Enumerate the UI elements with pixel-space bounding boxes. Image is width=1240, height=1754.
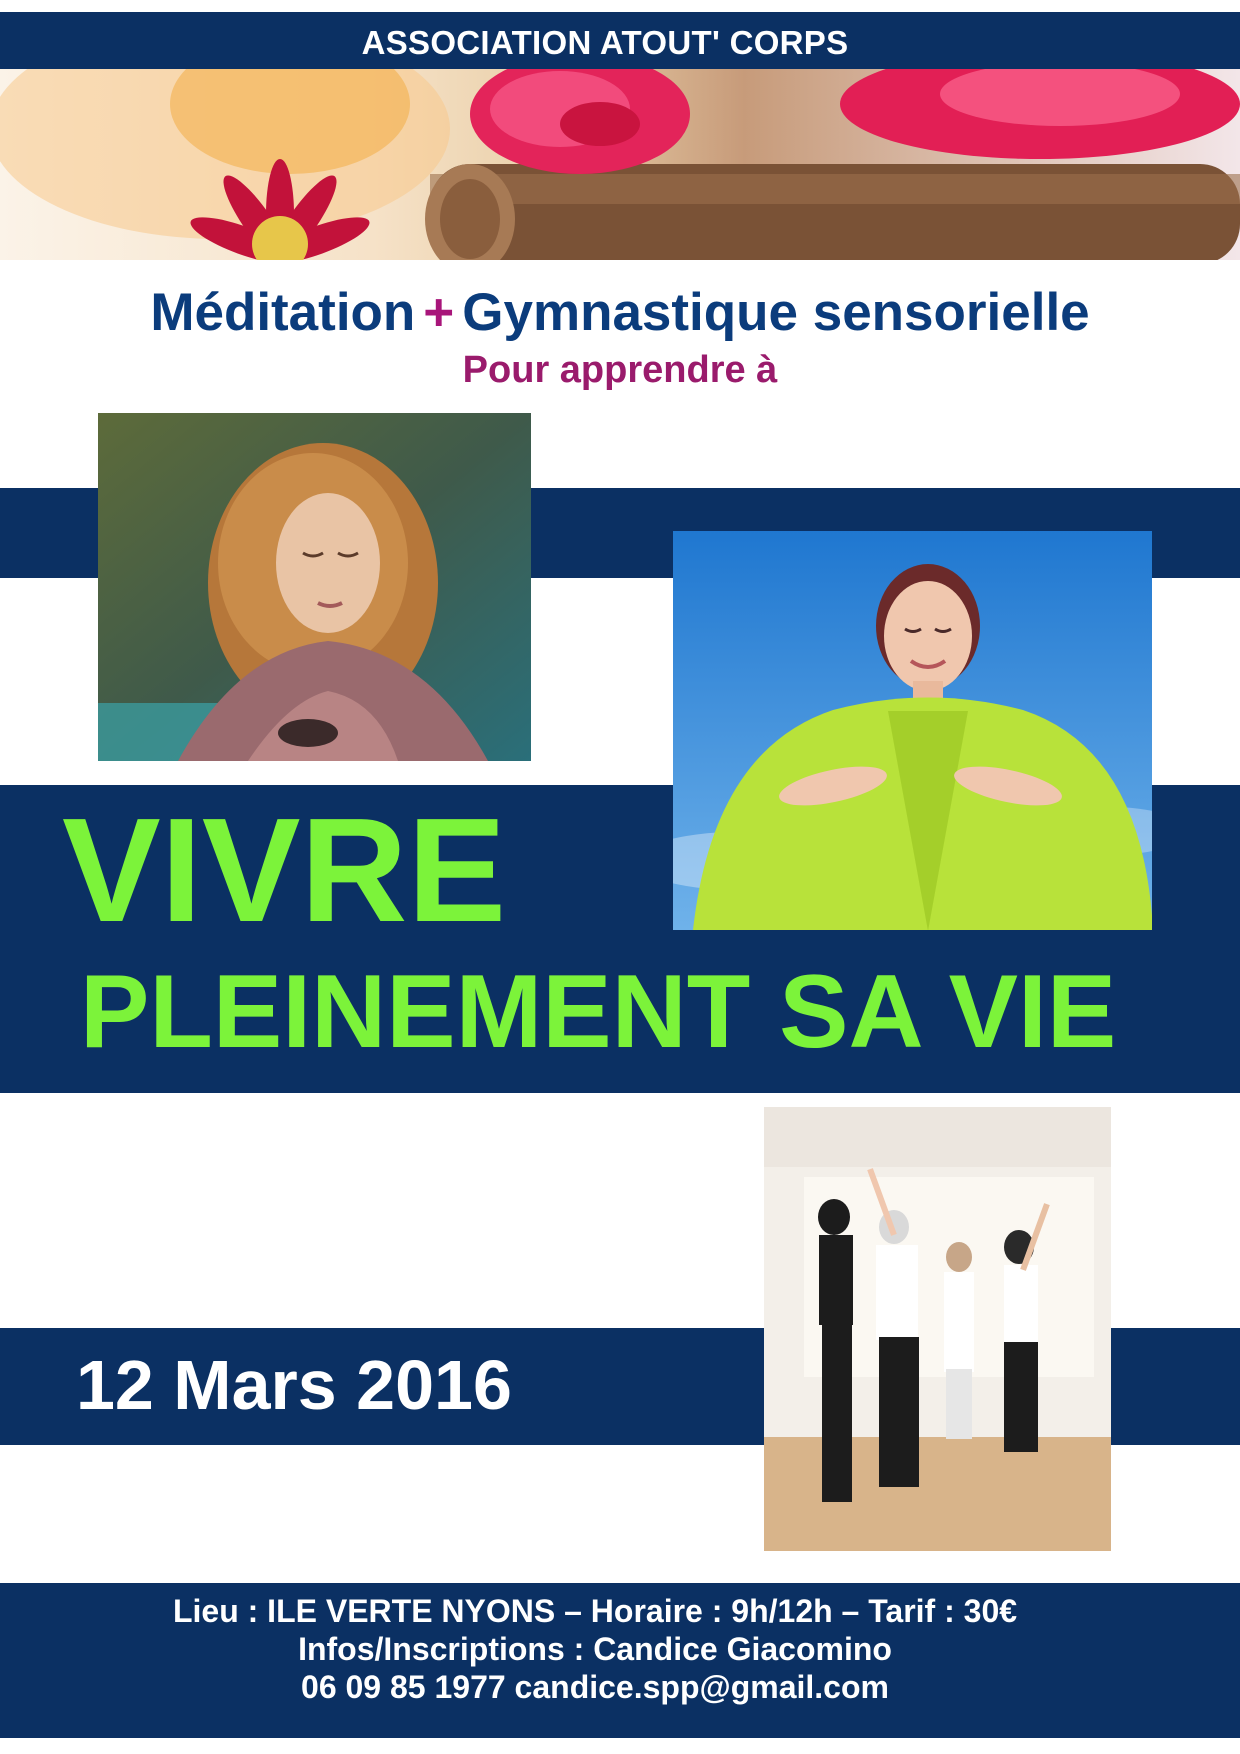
- footer-contact-phone-email: 06 09 85 1977 candice.spp@gmail.com: [301, 1669, 889, 1705]
- activity-title: Méditation + Gymnastique sensorielle: [0, 282, 1240, 343]
- photo-woman-green-jacket: [673, 531, 1152, 930]
- flower-banner-image: [0, 69, 1240, 260]
- title-meditation: Méditation: [150, 283, 416, 342]
- footer-contact-name: Infos/Inscriptions : Candice Giacomino: [298, 1631, 892, 1667]
- event-date: 12 Mars 2016: [76, 1346, 512, 1424]
- title-plus: +: [423, 283, 455, 342]
- headline-vivre: VIVRE: [62, 788, 507, 953]
- photo-group-dancing: [764, 1107, 1111, 1551]
- headline-pleinement: PLEINEMENT SA VIE: [80, 954, 1117, 1070]
- footer-location-schedule-price: Lieu : ILE VERTE NYONS – Horaire : 9h/12…: [172, 1593, 1018, 1629]
- flower-banner-illustration: [0, 69, 1240, 260]
- activity-subtitle: Pour apprendre à: [462, 349, 778, 391]
- photo-woman-meditating: [98, 413, 531, 761]
- association-name: ASSOCIATION ATOUT' CORPS: [361, 24, 849, 61]
- title-gymnastique: Gymnastique sensorielle: [462, 283, 1090, 342]
